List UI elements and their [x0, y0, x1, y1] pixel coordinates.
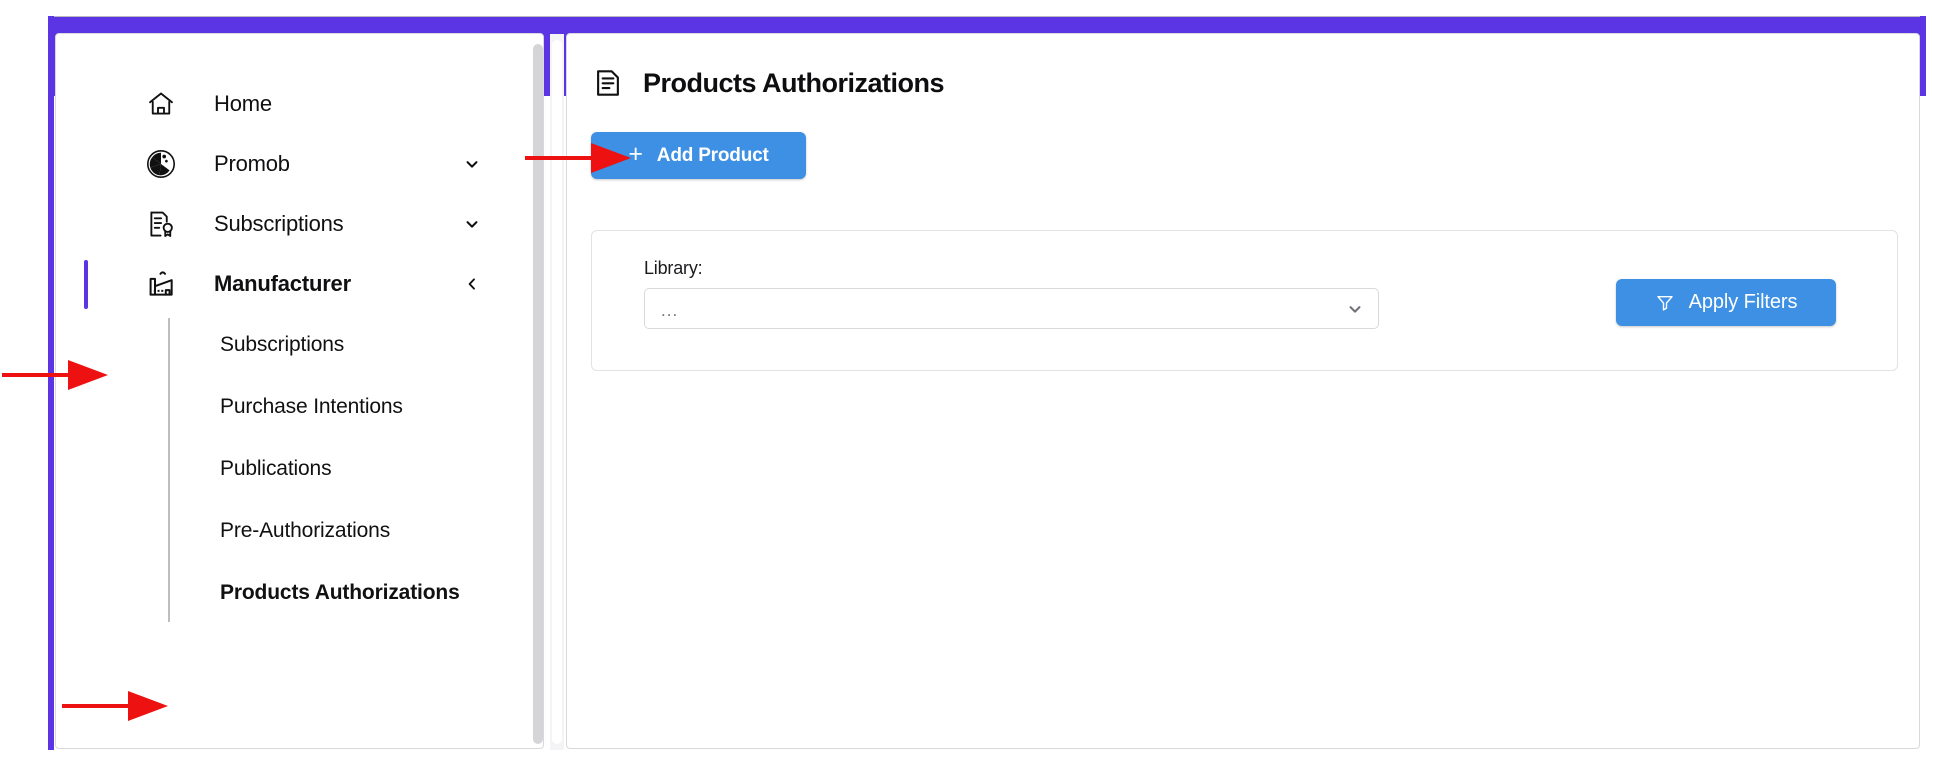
sidebar-item-label: Manufacturer [214, 271, 351, 296]
factory-icon [144, 267, 178, 301]
sidebar-item-label: Promob [214, 151, 290, 176]
document-lines-icon [591, 66, 625, 100]
chevron-down-icon[interactable] [1346, 300, 1364, 318]
app-frame-left-edge [48, 16, 54, 750]
page-title: Products Authorizations [643, 67, 945, 98]
app-root: Home Promob Subscriptions Manufacturer S… [0, 0, 1936, 765]
sidebar-scrollbar-thumb[interactable] [533, 44, 543, 744]
submenu-item-pre-authorizations[interactable]: Pre-Authorizations [56, 500, 543, 562]
sidebar-item-home[interactable]: Home [56, 74, 543, 134]
home-icon [144, 87, 178, 121]
plus-icon: + [628, 140, 643, 168]
active-accent-bar [84, 260, 88, 310]
apply-filters-label: Apply Filters [1688, 291, 1798, 313]
sidebar-nav: Home Promob Subscriptions Manufacturer S… [56, 34, 543, 748]
submenu-item-label: Pre-Authorizations [220, 519, 391, 542]
page-header: Products Authorizations [567, 34, 1919, 100]
submenu-item-label: Purchase Intentions [220, 395, 403, 418]
submenu-item-products-authorizations[interactable]: Products Authorizations [56, 562, 543, 624]
certificate-icon [144, 207, 178, 241]
submenu-item-label: Products Authorizations [220, 581, 460, 604]
main-content: Products Authorizations + Add Product Li… [566, 33, 1920, 749]
add-product-label: Add Product [656, 144, 769, 166]
manufacturer-submenu: Subscriptions Purchase Intentions Public… [56, 314, 543, 624]
chevron-down-icon[interactable] [463, 155, 481, 173]
library-select-value: ... [661, 301, 679, 320]
apply-filters-button[interactable]: Apply Filters [1616, 279, 1836, 326]
submenu-item-subscriptions[interactable]: Subscriptions [56, 314, 543, 376]
submenu-item-purchase-intentions[interactable]: Purchase Intentions [56, 376, 543, 438]
library-select[interactable]: ... [644, 288, 1379, 329]
sidebar-item-label: Home [214, 91, 272, 116]
promob-icon [144, 147, 178, 181]
submenu-rail [168, 318, 170, 622]
submenu-item-label: Publications [220, 457, 332, 480]
sidebar-item-manufacturer[interactable]: Manufacturer [56, 254, 543, 314]
add-product-button[interactable]: + Add Product [591, 132, 806, 179]
filters-card: Library: ... Apply Filters [591, 230, 1898, 371]
sidebar: Home Promob Subscriptions Manufacturer S… [55, 33, 544, 749]
chevron-left-icon[interactable] [463, 275, 481, 293]
chevron-down-icon[interactable] [463, 215, 481, 233]
page-scrollbar-thumb[interactable] [552, 40, 562, 744]
library-filter-field: Library: ... [644, 258, 1379, 329]
app-frame-right-edge [1920, 16, 1926, 96]
library-label: Library: [644, 258, 703, 278]
funnel-icon [1655, 293, 1675, 313]
sidebar-item-subscriptions[interactable]: Subscriptions [56, 194, 543, 254]
sidebar-item-label: Subscriptions [214, 211, 344, 236]
sidebar-item-promob[interactable]: Promob [56, 134, 543, 194]
submenu-item-label: Subscriptions [220, 333, 345, 356]
submenu-item-publications[interactable]: Publications [56, 438, 543, 500]
